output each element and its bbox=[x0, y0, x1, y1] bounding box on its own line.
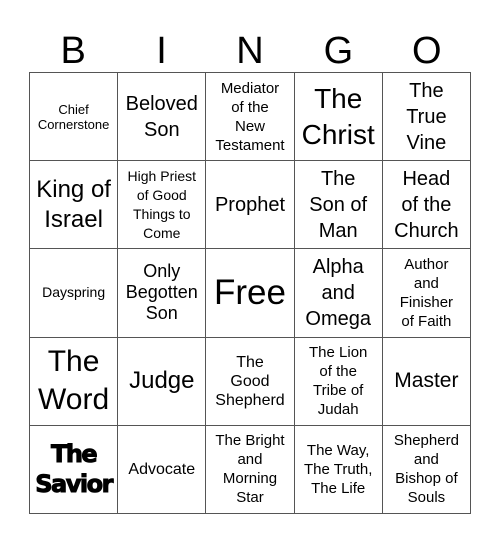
bingo-cell[interactable]: The Good Shepherd bbox=[206, 337, 295, 426]
bingo-cell-text: The Word bbox=[38, 345, 110, 417]
bingo-cell-text: Chief Cornerstone bbox=[37, 101, 110, 132]
bingo-cell[interactable]: The True Vine bbox=[382, 73, 471, 162]
bingo-cell[interactable]: Only Begotten Son bbox=[118, 249, 207, 338]
bingo-cell-text: The Bright and Morning Star bbox=[215, 432, 285, 507]
bingo-cell[interactable]: Dayspring bbox=[30, 249, 119, 338]
bingo-cell-text: High Priest of Good Things to Come bbox=[127, 167, 197, 241]
bingo-cell-text: The Good Shepherd bbox=[215, 353, 285, 409]
bingo-cell[interactable]: Advocate bbox=[118, 425, 207, 514]
bingo-cell-text: King of Israel bbox=[36, 175, 111, 233]
bingo-cell[interactable]: Judge bbox=[118, 337, 207, 426]
bingo-cell[interactable]: Master bbox=[382, 337, 471, 426]
bingo-cell-text: Judge bbox=[129, 367, 195, 395]
bingo-cell-text: Shepherd and Bishop of Souls bbox=[393, 432, 459, 507]
bingo-cell-text: Author and Finisher of Faith bbox=[399, 255, 454, 330]
bingo-cell[interactable]: The Bright and Morning Star bbox=[206, 425, 295, 514]
bingo-cell[interactable]: The Son of Man bbox=[294, 161, 383, 250]
bingo-cell[interactable]: The Christ bbox=[294, 73, 383, 162]
bingo-cell-text: The Savior bbox=[35, 440, 114, 499]
bingo-cell-text: Beloved Son bbox=[125, 92, 198, 141]
bingo-cell[interactable]: Alpha and Omega bbox=[294, 249, 383, 338]
header-letter-i: I bbox=[156, 30, 167, 72]
bingo-cell[interactable]: King of Israel bbox=[30, 161, 119, 250]
bingo-cell-text: Only Begotten Son bbox=[125, 261, 198, 324]
bingo-cell-text: Dayspring bbox=[42, 284, 106, 301]
bingo-cell[interactable]: The Way, The Truth, The Life bbox=[294, 425, 383, 514]
bingo-cell-text: Mediator of the New Testament bbox=[215, 79, 285, 154]
bingo-cell-text: The Son of Man bbox=[309, 167, 368, 242]
bingo-cell-text: The Way, The Truth, The Life bbox=[304, 441, 373, 497]
bingo-board: Chief Cornerstone Beloved Son Mediator of … bbox=[29, 72, 471, 514]
header-letter-o: O bbox=[411, 30, 442, 72]
bingo-cell-text: The Lion of the Tribe of Judah bbox=[309, 344, 368, 419]
bingo-cell-text: Master bbox=[394, 369, 459, 393]
bingo-cell[interactable]: The Lion of the Tribe of Judah bbox=[294, 337, 383, 426]
bingo-cell[interactable]: Chief Cornerstone bbox=[30, 73, 119, 162]
bingo-header: B I N G O bbox=[29, 30, 471, 72]
bingo-cell-text: Free bbox=[214, 272, 286, 312]
bingo-cell-text: The Christ bbox=[301, 82, 375, 150]
bingo-cell[interactable]: Shepherd and Bishop of Souls bbox=[382, 425, 471, 514]
bingo-cell[interactable]: Beloved Son bbox=[118, 73, 207, 162]
bingo-cell-text: The True Vine bbox=[406, 79, 447, 154]
bingo-cell-text: Head of the Church bbox=[394, 167, 459, 242]
bingo-cell[interactable]: Author and Finisher of Faith bbox=[382, 249, 471, 338]
bingo-cell[interactable]: The Word bbox=[30, 337, 119, 426]
header-letter-b: B bbox=[60, 30, 86, 72]
bingo-cell[interactable]: Mediator of the New Testament bbox=[206, 73, 295, 162]
header-letter-g: G bbox=[323, 30, 354, 72]
bingo-cell[interactable]: The Savior bbox=[30, 425, 119, 514]
bingo-cell-text: Alpha and Omega bbox=[305, 255, 371, 330]
bingo-cell[interactable]: Head of the Church bbox=[382, 161, 471, 250]
header-letter-n: N bbox=[236, 30, 264, 72]
bingo-cell-text: Prophet bbox=[214, 193, 286, 216]
bingo-cell[interactable]: High Priest of Good Things to Come bbox=[118, 161, 207, 250]
bingo-cell[interactable]: Prophet bbox=[206, 161, 295, 250]
bingo-cell[interactable]: Free bbox=[206, 249, 295, 338]
bingo-cell-text: Advocate bbox=[128, 460, 196, 478]
